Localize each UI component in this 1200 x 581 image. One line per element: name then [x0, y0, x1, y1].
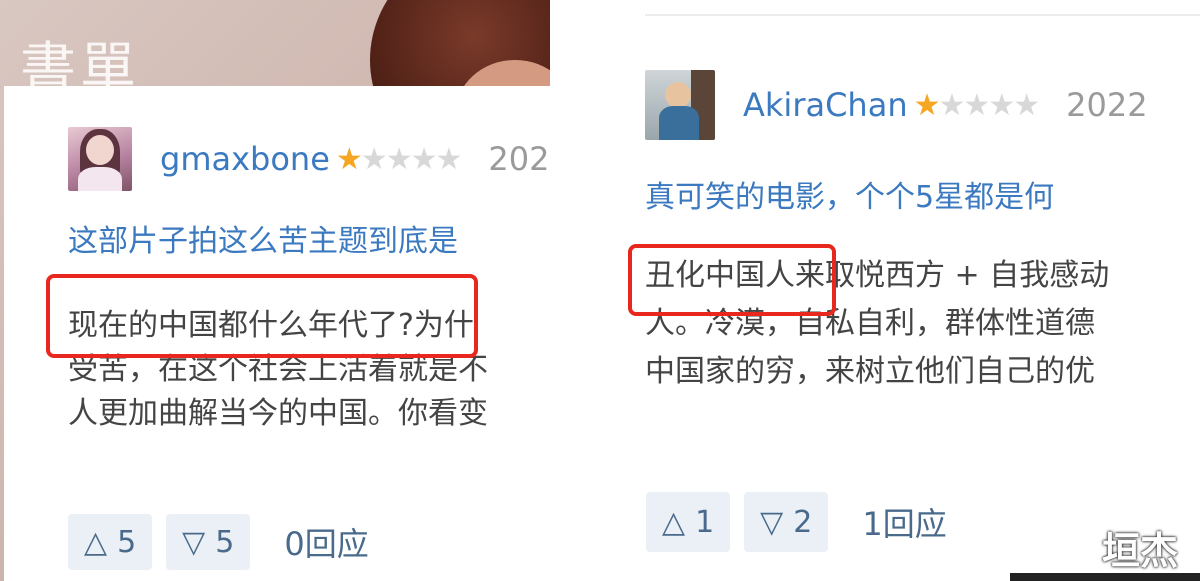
upvote-button[interactable]: △ 1	[646, 492, 731, 552]
star-filled-icon: ★	[335, 141, 363, 177]
star-empty-icon: ★	[410, 141, 438, 177]
reply-link[interactable]: 1回应	[862, 499, 946, 545]
star-empty-icon: ★	[1013, 87, 1040, 123]
triangle-up-icon: △	[662, 504, 686, 540]
triangle-down-icon: ▽	[760, 504, 784, 540]
star-filled-icon: ★	[913, 87, 941, 123]
review-date: 2022	[1066, 86, 1148, 124]
review-header: AkiraChan ★★★★★ 2022	[645, 70, 1200, 140]
review-actions: △ 1 ▽ 2 1回应	[646, 492, 947, 552]
downvote-button[interactable]: ▽ 5	[166, 514, 251, 570]
upvote-count: 5	[117, 524, 137, 560]
avatar[interactable]	[68, 127, 132, 191]
downvote-button[interactable]: ▽ 2	[744, 492, 829, 552]
review-card-left: gmaxbone ★★★★★ 202 这部片子拍这么苦主题到底是 现在的中国都什…	[4, 86, 550, 581]
review-line-1: 真可笑的电影，个个5星都是何	[645, 180, 1055, 215]
star-empty-icon: ★	[360, 141, 388, 177]
highlight-box	[46, 274, 478, 358]
review-line-4: 中国家的穷，来树立他们自己的优	[645, 354, 1095, 389]
left-background-photo: 書單 gmaxbone ★★★★★ 202 这部片子拍这么苦主题到底是 现在的中…	[0, 0, 550, 581]
star-empty-icon: ★	[988, 87, 1015, 123]
star-rating: ★★★★★	[913, 87, 1041, 123]
star-empty-icon: ★	[938, 87, 966, 123]
upvote-count: 1	[695, 504, 715, 540]
avatar[interactable]	[645, 70, 715, 140]
right-watermark: 垣杰	[1101, 529, 1178, 573]
triangle-up-icon: △	[84, 524, 108, 560]
triangle-down-icon: ▽	[182, 524, 206, 560]
downvote-count: 5	[215, 524, 235, 560]
review-line-1: 这部片子拍这么苦主题到底是	[68, 224, 458, 259]
review-actions: △ 5 ▽ 5 0回应	[68, 514, 369, 570]
star-rating: ★★★★★	[335, 141, 463, 177]
downvote-count: 2	[793, 504, 813, 540]
star-empty-icon: ★	[385, 141, 413, 177]
star-empty-icon: ★	[963, 87, 990, 123]
reply-link[interactable]: 0回应	[284, 519, 368, 565]
upvote-button[interactable]: △ 5	[68, 514, 153, 570]
review-header: gmaxbone ★★★★★ 202	[68, 124, 550, 194]
review-line-4: 人更加曲解当今的中国。你看变	[68, 396, 488, 431]
username[interactable]: AkiraChan	[743, 86, 908, 124]
username[interactable]: gmaxbone	[160, 140, 330, 178]
review-card-right: AkiraChan ★★★★★ 2022 真可笑的电影，个个5星都是何 丑化中国…	[550, 0, 1200, 581]
review-date: 202	[488, 140, 550, 178]
star-empty-icon: ★	[435, 141, 463, 177]
divider	[645, 14, 1200, 16]
highlight-box	[628, 244, 836, 316]
